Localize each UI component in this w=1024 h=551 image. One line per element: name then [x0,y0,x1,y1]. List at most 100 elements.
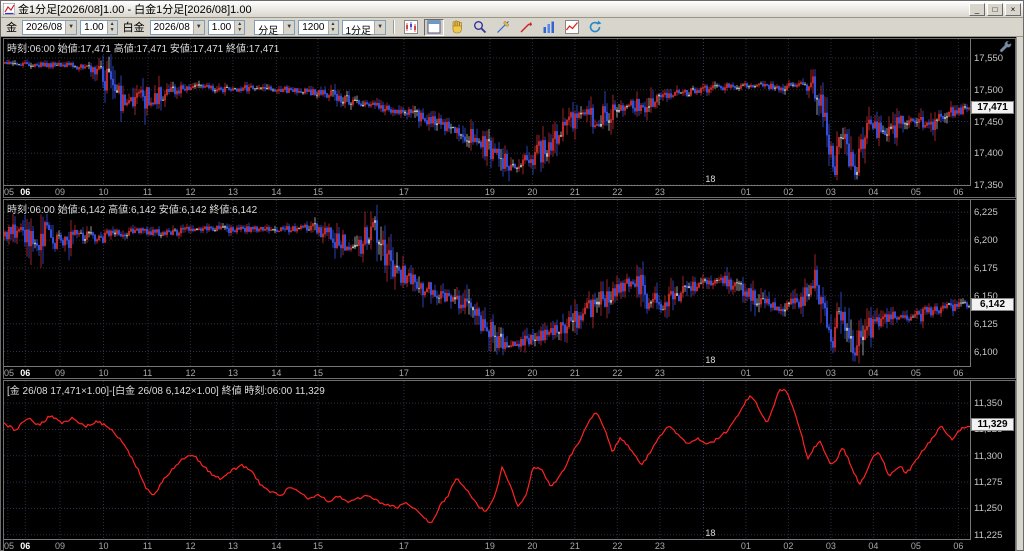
y-axis-label: 11,275 [974,477,1003,489]
gold-y-axis: 17,550 17,500 17,450 17,400 17,350 17,471 [971,39,1015,197]
x-axis-label: 01 [740,541,751,551]
chart-style-icon [404,20,419,34]
spin-down-icon[interactable]: ▼ [108,27,117,34]
chevron-down-icon[interactable]: ▼ [65,20,77,34]
indicator-chart-button[interactable] [562,18,583,36]
chevron-down-icon[interactable]: ▼ [374,20,386,34]
gold-multiplier-value: 1.00 [84,21,104,33]
spinner-arrows-icon[interactable]: ▲ ▼ [106,20,117,34]
gold-multiplier-input[interactable]: 1.00 ▲ ▼ [80,19,118,35]
x-axis-label: 06 [953,368,964,378]
x-axis-label: 06 [20,187,31,197]
gold-x-axis: 05 06 09 10 11 12 13 14 15 17 19 20 21 22 23 01 02 03 04 05… [4,185,971,197]
x-axis-label: 22 [612,541,623,551]
spinner-arrows-icon[interactable]: ▲ ▼ [327,20,338,34]
x-axis-label: 01 [740,368,751,378]
gold-info-line: 時刻:06:00 始値:17,471 高値:17,471 安値:17,471 終… [7,44,280,55]
x-axis-label: 09 [55,541,66,551]
x-axis-label: 19 [484,541,495,551]
x-axis-label: 05 [4,187,15,197]
toolbar-separator [393,20,395,34]
gold-plot-area[interactable]: 時刻:06:00 始値:17,471 高値:17,471 安値:17,471 終… [4,39,971,185]
platinum-month-select[interactable]: 2026/08 ▼ [149,19,205,35]
close-button[interactable]: × [1005,2,1021,16]
y-axis-label: 11,250 [974,503,1003,515]
layout-button[interactable] [424,18,445,36]
gold-chart-panel: 時刻:06:00 始値:17,471 高値:17,471 安値:17,471 終… [3,38,1016,198]
draw-line-button[interactable] [493,18,514,36]
x-axis-label: 20 [527,541,538,551]
x-axis-label: 06 [953,187,964,197]
gold-month-select[interactable]: 2026/08 ▼ [22,19,78,35]
x-axis-label: 21 [569,541,580,551]
x-axis-label: 10 [98,541,109,551]
x-axis-label: 09 [55,368,66,378]
x-axis-label: 20 [527,368,538,378]
spinner-arrows-icon[interactable]: ▲ ▼ [234,20,245,34]
x-axis-label: 19 [484,368,495,378]
y-axis-label: 6,200 [974,235,998,247]
x-axis-label: 14 [271,368,282,378]
right-scrollbar[interactable] [1016,37,1023,550]
chevron-down-icon[interactable]: ▼ [283,20,295,34]
x-axis-label: 06 [953,541,964,551]
y-axis-label: 6,175 [974,262,998,274]
gold-label: 金 [6,22,17,34]
annotate-icon [520,22,533,33]
x-axis-label: 03 [825,368,836,378]
interval-select[interactable]: 分足 ▼ [254,19,296,37]
x-axis-label: 15 [312,187,323,197]
spin-down-icon[interactable]: ▼ [235,27,244,34]
platinum-label: 白金 [122,22,145,34]
toolbar: 金 2026/08 ▼ 1.00 ▲ ▼ 白金 2026/08 ▼ 1.00 ▲ ▼… [1,18,1023,37]
x-axis-label: 04 [868,541,879,551]
zoom-button[interactable] [470,18,491,36]
x-axis-label: 02 [783,368,794,378]
bar-count-value: 1200 [302,21,325,33]
x-axis-label: 17 [398,541,409,551]
titlebar[interactable]: 金1分足[2026/08]1.00 - 白金1分足[2026/08]1.00 _… [1,1,1023,18]
zoom-icon [474,21,487,34]
date-marker-label: 18 [705,355,716,365]
refresh-button[interactable] [585,18,606,36]
x-axis-label: 01 [740,187,751,197]
x-axis-label: 03 [825,541,836,551]
y-axis-label: 6,125 [974,318,998,330]
x-axis-label: 12 [185,368,196,378]
minimize-button[interactable]: _ [969,2,985,16]
platinum-x-axis: 05 06 09 10 11 12 13 14 15 17 19 20 21 22 23 01 02 03 04 05… [4,366,971,378]
x-axis-label: 13 [227,187,238,197]
x-axis-label: 21 [569,187,580,197]
timeframe-select[interactable]: 1分足 ▼ [341,19,387,37]
x-axis-label: 04 [868,187,879,197]
platinum-multiplier-input[interactable]: 1.00 ▲ ▼ [207,19,246,35]
y-axis-label: 11,300 [974,450,1003,462]
y-axis-label: 6,100 [974,346,998,358]
x-axis-label: 21 [569,368,580,378]
x-axis-label: 15 [312,541,323,551]
chart-style-button[interactable] [401,18,422,36]
x-axis-label: 06 [20,541,31,551]
chevron-down-icon[interactable]: ▼ [192,20,204,34]
bar-chart-icon [543,21,555,33]
interval-value: 分足 [258,25,279,37]
chart-window: 金1分足[2026/08]1.00 - 白金1分足[2026/08]1.00 _… [0,0,1024,551]
x-axis-label: 02 [783,541,794,551]
window-title: 金1分足[2026/08]1.00 - 白金1分足[2026/08]1.00 [18,4,252,16]
date-marker-label: 18 [705,528,716,538]
platinum-chart-panel: 時刻:06:00 始値:6,142 高値:6,142 安値:6,142 終値:6… [3,199,1016,379]
last-price-box: 6,142 [971,297,1014,311]
bar-chart-button[interactable] [539,18,560,36]
settings-wrench-icon[interactable] [999,40,1013,54]
y-axis-label: 17,450 [974,116,1004,128]
annotate-button[interactable] [516,18,537,36]
bar-count-input[interactable]: 1200 ▲ ▼ [298,19,339,35]
platinum-multiplier-value: 1.00 [211,21,232,33]
x-axis-label: 14 [271,541,282,551]
spin-down-icon[interactable]: ▼ [329,27,338,34]
maximize-button[interactable]: □ [987,2,1003,16]
spread-plot-area[interactable]: [金 26/08 17,471×1.00]-[白金 26/08 6,142×1.… [4,381,971,539]
pan-button[interactable] [447,18,468,36]
last-price-box: 11,329 [971,418,1014,432]
platinum-plot-area[interactable]: 時刻:06:00 始値:6,142 高値:6,142 安値:6,142 終値:6… [4,200,971,366]
